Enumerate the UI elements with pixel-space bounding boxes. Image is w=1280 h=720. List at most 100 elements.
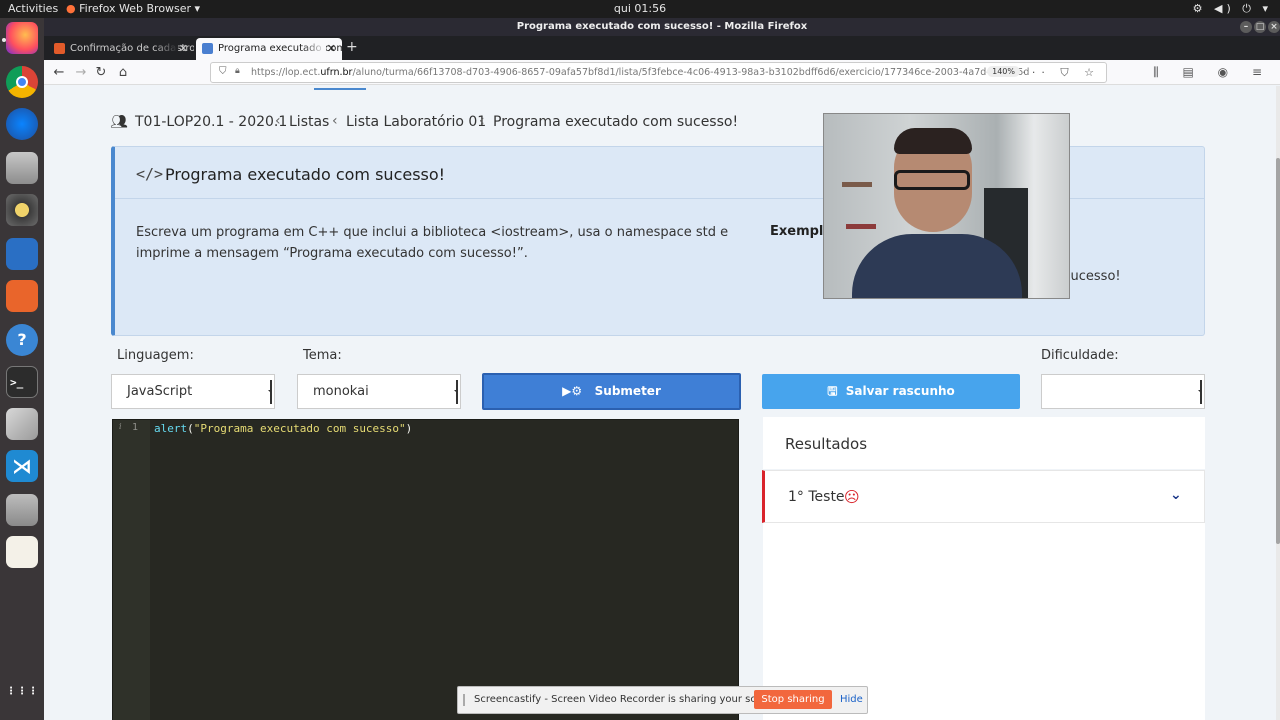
window-title: Programa executado com sucesso! - Mozill… xyxy=(516,21,808,32)
submit-button[interactable]: ▶⚙ Submeter xyxy=(482,373,741,410)
breadcrumb-course[interactable]: T01-LOP20.1 - 2020.1 xyxy=(135,114,287,130)
theme-select[interactable]: monokai xyxy=(297,374,461,409)
lock-icon[interactable]: 🔒︎ xyxy=(235,66,240,76)
settings-icon[interactable] xyxy=(6,408,38,440)
tab-programa[interactable]: Programa executado com sucesso! ✕ xyxy=(196,38,342,60)
zoom-level-badge[interactable]: 140% xyxy=(987,66,1020,77)
language-value: JavaScript xyxy=(127,384,193,399)
webcam-shelf xyxy=(846,224,876,229)
editor-gutter: i 1 xyxy=(113,420,150,720)
maximize-icon[interactable]: □ xyxy=(1254,21,1266,33)
code-line[interactable]: alert("Programa executado com sucesso") xyxy=(154,422,412,435)
url-path: /aluno/turma/66f13708-d703-4906-8657-09a… xyxy=(352,67,1030,78)
system-top-bar: Activities ● Firefox Web Browser ▾ qui 0… xyxy=(0,0,1280,18)
code-function: alert xyxy=(154,422,188,435)
url-bar[interactable]: ⛉ 🔒︎ https://lop.ect.ufrn.br/aluno/turma… xyxy=(210,62,1107,83)
chrome-center xyxy=(16,76,28,88)
writer-icon[interactable] xyxy=(6,238,38,270)
text-editor-icon[interactable] xyxy=(6,536,38,568)
breadcrumb-lists[interactable]: Listas xyxy=(289,114,329,130)
theme-label: Tema: xyxy=(303,348,342,363)
breadcrumb-list[interactable]: Lista Laboratório 01 xyxy=(346,114,486,130)
close-window-icon[interactable]: × xyxy=(1268,21,1280,33)
tab-bar: Confirmação de cadastro ✕ Programa execu… xyxy=(44,36,1280,60)
difficulty-label: Dificuldade: xyxy=(1041,348,1119,363)
group-icon: 👥︎ xyxy=(110,114,128,130)
url-action-icons[interactable]: ··· ⛉ ☆ xyxy=(1022,66,1100,80)
dropdown-caret-icon xyxy=(268,380,272,404)
test-label: 1° Teste xyxy=(788,489,845,505)
chevron-left-icon: ‹ xyxy=(332,113,338,129)
vscode-icon[interactable]: ⋊ xyxy=(6,450,38,482)
save-draft-label: Salvar rascunho xyxy=(845,384,955,398)
results-title: Resultados xyxy=(785,435,868,453)
exercise-title: Programa executado com sucesso! xyxy=(165,165,446,184)
url-domain: ufrn.br xyxy=(320,67,353,78)
code-paren-open: ( xyxy=(187,422,194,435)
drag-handle-icon[interactable] xyxy=(463,694,465,706)
webcam-glasses xyxy=(894,170,970,190)
system-tray[interactable]: ⚙ ◀) ⏻ ▾ xyxy=(1193,2,1272,16)
files-icon[interactable] xyxy=(6,152,38,184)
chevron-left-icon: ‹ xyxy=(275,113,281,129)
difficulty-select[interactable] xyxy=(1041,374,1205,409)
tab-indicator xyxy=(314,88,366,90)
home-button[interactable]: ⌂ xyxy=(114,65,132,80)
webcam-person-hair xyxy=(894,128,972,154)
app-menu-button[interactable]: ● Firefox Web Browser ▾ xyxy=(66,2,200,15)
terminal-icon[interactable]: >_ xyxy=(6,366,38,398)
language-label: Linguagem: xyxy=(117,348,194,363)
app-grid-icon[interactable]: ⋮⋮⋮ xyxy=(6,682,38,714)
submit-label: Submeter xyxy=(594,384,661,398)
sharing-message: Screencastify - Screen Video Recorder is… xyxy=(474,694,782,705)
close-tab-icon[interactable]: ✕ xyxy=(179,42,188,55)
gears-icon: ⚙ xyxy=(571,384,583,398)
save-draft-button[interactable]: 🖫︎ Salvar rascunho xyxy=(762,374,1020,409)
toolbar-right-icons[interactable]: ⫼ ▤ ◉ ≡ xyxy=(1153,65,1272,80)
dropdown-caret-icon xyxy=(454,380,458,404)
scrollbar-thumb[interactable] xyxy=(1276,158,1280,544)
theme-value: monokai xyxy=(313,384,369,399)
tracking-shield-icon[interactable]: ⛉ xyxy=(219,66,227,77)
back-button[interactable]: ← xyxy=(50,65,68,80)
screenshot-icon[interactable] xyxy=(6,494,38,526)
language-select[interactable]: JavaScript xyxy=(111,374,275,409)
thunderbird-icon[interactable] xyxy=(6,108,38,140)
tab-confirmacao[interactable]: Confirmação de cadastro ✕ xyxy=(48,38,194,60)
help-icon[interactable]: ? xyxy=(6,324,38,356)
webcam-shelf xyxy=(842,182,872,187)
code-icon: </> xyxy=(136,165,164,183)
stop-sharing-button[interactable]: Stop sharing xyxy=(754,690,832,709)
webcam-overlay xyxy=(823,113,1070,299)
dock: ? >_ ⋊ ⋮⋮⋮ xyxy=(0,18,44,720)
chevron-down-icon[interactable]: ⌄ xyxy=(1170,487,1182,503)
new-tab-button[interactable]: + xyxy=(346,39,358,55)
exercise-description: Escreva um programa em C++ que inclui a … xyxy=(136,225,729,261)
tab-fade xyxy=(154,38,178,60)
forward-button[interactable]: → xyxy=(72,65,90,80)
sad-face-icon: ☹ xyxy=(844,488,860,506)
rhythmbox-icon[interactable] xyxy=(6,194,38,226)
info-annotation-icon[interactable]: i xyxy=(119,422,122,431)
line-number: 1 xyxy=(132,422,139,433)
floppy-icon: 🖫︎ xyxy=(827,384,838,398)
activities-button[interactable]: Activities xyxy=(8,2,58,15)
navigation-bar: ← → ↻ ⌂ ⛉ 🔒︎ https://lop.ect.ufrn.br/alu… xyxy=(44,60,1280,85)
reload-button[interactable]: ↻ xyxy=(92,65,110,80)
software-center-icon[interactable] xyxy=(6,280,38,312)
chevron-left-icon: ‹ xyxy=(479,113,485,129)
hide-button[interactable]: Hide xyxy=(840,694,863,705)
breadcrumb-current: Programa executado com sucesso! xyxy=(493,114,739,130)
chrome-icon[interactable] xyxy=(6,66,38,98)
close-tab-icon[interactable]: ✕ xyxy=(327,42,336,55)
minimize-icon[interactable]: – xyxy=(1240,21,1252,33)
app-menu-label: Firefox Web Browser ▾ xyxy=(79,2,201,15)
firefox-icon[interactable] xyxy=(6,22,38,54)
url-prefix: https://lop.ect. xyxy=(251,67,321,78)
code-editor[interactable]: i 1 alert("Programa executado com sucess… xyxy=(112,419,739,720)
window-title-bar: Programa executado com sucesso! - Mozill… xyxy=(44,18,1280,36)
link-favicon-icon xyxy=(202,43,213,54)
play-icon: ▶ xyxy=(562,384,572,398)
page-content: 👥︎ T01-LOP20.1 - 2020.1 ‹ Listas ‹ Lista… xyxy=(44,86,1274,720)
site-favicon-icon xyxy=(54,43,65,54)
